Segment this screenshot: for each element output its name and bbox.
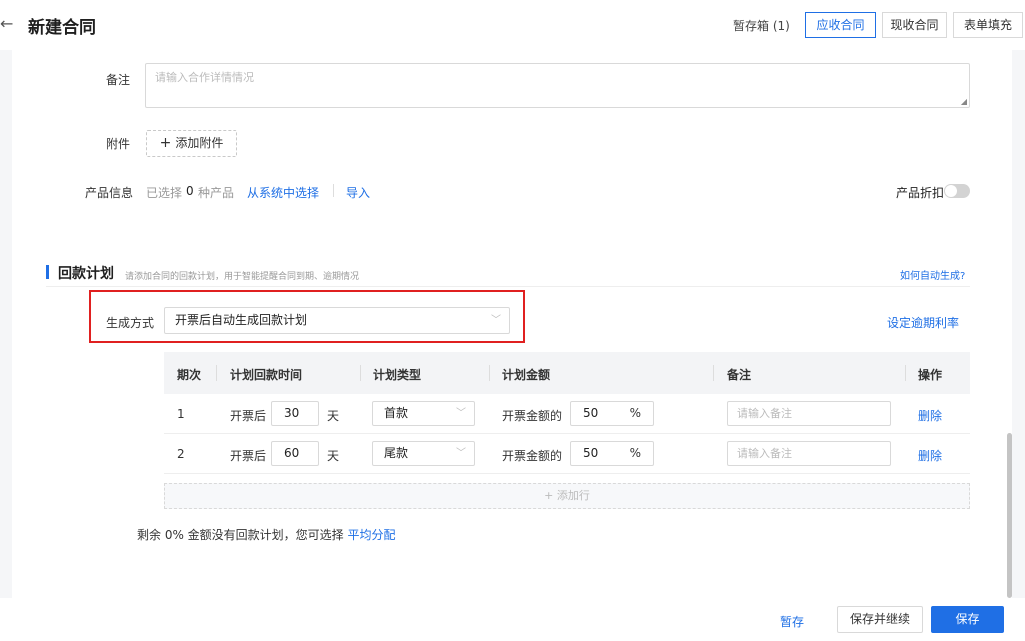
row-amount-prefix: 开票金额的 [502,409,563,423]
tab-form-fill[interactable]: 表单填充 [953,12,1023,38]
col-separator [489,365,490,381]
col-plan-time: 计划回款时间 [230,368,303,382]
table-header: 期次 计划回款时间 计划类型 计划金额 备注 操作 [164,352,970,394]
page-title: 新建合同 [28,18,96,38]
save-draft-link[interactable]: 暂存 [780,613,804,630]
percent-input[interactable]: 50 % [570,441,654,466]
save-button[interactable]: 保存 [931,606,1004,633]
days-input[interactable]: 60 [271,441,319,466]
generation-method-select[interactable]: 开票后自动生成回款计划 ﹀ [164,307,510,334]
percent-value: 50 [583,446,599,460]
draft-box-link[interactable]: 暂存箱 (1) [733,17,790,34]
product-unit: 种产品 [198,186,235,200]
payment-plan-title: 回款计划 [58,266,114,282]
plus-icon: + [159,135,172,151]
table-row: 1 开票后 30 天 首款 ﹀ 开票金额的 50 % 请输入备注 删除 [164,394,970,434]
plan-type-select[interactable]: 首款 ﹀ [372,401,475,426]
table-row: 2 开票后 60 天 尾款 ﹀ 开票金额的 50 % 请输入备注 删除 [164,434,970,474]
row-time-unit: 天 [327,409,340,423]
plan-type-select[interactable]: 尾款 ﹀ [372,441,475,466]
plan-type-value: 首款 [384,406,409,420]
add-attachment-label: 添加附件 [175,136,224,150]
payment-plan-hint: 请添加合同的回款计划，用于智能提醒合同到期、逾期情况 [125,272,360,282]
col-plan-type: 计划类型 [373,368,422,382]
chevron-down-icon: ﹀ [456,448,466,459]
remaining-amount-message: 剩余 0% 金额没有回款计划，您可选择 [137,528,344,542]
import-link[interactable]: 导入 [346,184,370,201]
note-input[interactable]: 请输入备注 [727,441,891,466]
generation-method-label: 生成方式 [106,316,155,330]
tab-receivable-contract[interactable]: 应收合同 [805,12,876,38]
generation-method-value: 开票后自动生成回款计划 [175,313,308,327]
col-separator [713,365,714,381]
days-input[interactable]: 30 [271,401,319,426]
product-info-label: 产品信息 [85,186,134,200]
set-overdue-rate-link[interactable]: 设定逾期利率 [887,314,959,331]
auto-generate-help-link[interactable]: 如何自动生成? [900,267,965,282]
col-period: 期次 [177,368,202,382]
row-time-prefix: 开票后 [230,449,267,463]
row-time-unit: 天 [327,449,340,463]
attachment-label: 附件 [106,137,131,151]
divider [333,184,334,197]
add-row-button[interactable]: + 添加行 [164,483,970,509]
percent-sign: % [629,406,641,420]
back-arrow-icon[interactable]: ← [0,14,14,33]
product-discount-toggle[interactable] [944,184,970,198]
scrollbar-thumb[interactable] [1007,433,1012,598]
contract-form-card: 备注 请输入合作详情情况 ◢ 附件 + 添加附件 产品信息 已选择 0 种产品 从… [12,50,1012,598]
save-and-continue-button[interactable]: 保存并继续 [837,606,923,633]
delete-row-link[interactable]: 删除 [918,447,942,464]
col-note: 备注 [727,368,752,382]
col-separator [360,365,361,381]
product-count: 0 [186,184,194,198]
toggle-knob [945,185,957,197]
remark-placeholder: 请输入合作详情情况 [155,71,254,84]
section-accent-bar [46,265,49,279]
note-input[interactable]: 请输入备注 [727,401,891,426]
product-discount-label: 产品折扣 [896,186,945,200]
plan-type-value: 尾款 [384,446,409,460]
tab-cash-contract[interactable]: 现收合同 [882,12,947,38]
remark-label: 备注 [106,73,131,87]
remark-textarea[interactable]: 请输入合作详情情况 ◢ [145,63,970,108]
product-selected-prefix: 已选择 [146,186,183,200]
percent-input[interactable]: 50 % [570,401,654,426]
select-from-system-link[interactable]: 从系统中选择 [247,184,319,201]
resize-grip-icon[interactable]: ◢ [961,97,967,106]
chevron-down-icon: ﹀ [456,408,466,419]
average-distribute-link[interactable]: 平均分配 [348,528,396,542]
percent-value: 50 [583,406,599,420]
delete-row-link[interactable]: 删除 [918,407,942,424]
chevron-down-icon: ﹀ [491,315,501,326]
row-period: 2 [177,447,185,461]
row-amount-prefix: 开票金额的 [502,449,563,463]
row-time-prefix: 开票后 [230,409,267,423]
col-action: 操作 [918,368,943,382]
top-bar: ← 新建合同 暂存箱 (1) 应收合同 现收合同 表单填充 [0,0,1025,50]
add-attachment-button[interactable]: + 添加附件 [146,130,237,157]
remaining-amount-text: 剩余 0% 金额没有回款计划，您可选择 平均分配 [137,526,396,543]
col-separator [905,365,906,381]
col-separator [216,365,217,381]
row-period: 1 [177,407,185,421]
footer-bar: 暂存 保存并继续 保存 [0,598,1025,641]
section-divider [46,286,970,287]
percent-sign: % [629,446,641,460]
col-plan-amount: 计划金额 [502,368,551,382]
